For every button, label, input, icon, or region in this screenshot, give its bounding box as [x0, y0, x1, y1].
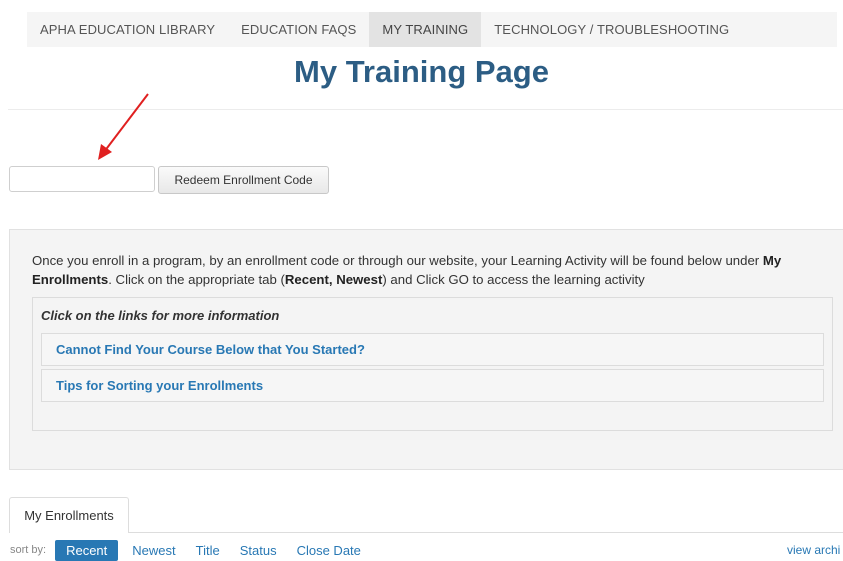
tab-my-enrollments[interactable]: My Enrollments — [9, 497, 129, 533]
nav-item-my-training[interactable]: MY TRAINING — [369, 12, 482, 47]
link-row-sorting-tips[interactable]: Tips for Sorting your Enrollments — [41, 369, 824, 402]
enrollment-code-input[interactable] — [9, 166, 155, 192]
link-sorting-tips[interactable]: Tips for Sorting your Enrollments — [56, 378, 263, 393]
link-cannot-find-course[interactable]: Cannot Find Your Course Below that You S… — [56, 342, 365, 357]
info-text-bold-tabs: Recent, Newest — [284, 272, 383, 287]
view-archive-link[interactable]: view archi — [787, 543, 840, 557]
info-text-part3: ) and Click GO to access the learning ac… — [382, 272, 645, 287]
red-arrow-icon — [98, 93, 149, 160]
nav-item-education-faqs[interactable]: EDUCATION FAQS — [228, 12, 369, 47]
sort-option-recent[interactable]: Recent — [55, 539, 119, 561]
info-text: Once you enroll in a program, by an enro… — [32, 251, 832, 289]
info-panel: Once you enroll in a program, by an enro… — [9, 229, 843, 470]
sort-bar: sort by: Recent Newest Title Status Clos… — [10, 539, 381, 561]
sort-option-status[interactable]: Status — [240, 543, 277, 558]
info-text-part2: . Click on the appropriate tab ( — [108, 272, 285, 287]
sort-option-newest[interactable]: Newest — [132, 543, 175, 558]
nav-item-technology-troubleshooting[interactable]: TECHNOLOGY / TROUBLESHOOTING — [481, 12, 742, 47]
redeem-enrollment-code-button[interactable]: Redeem Enrollment Code — [158, 166, 329, 194]
info-links-box: Click on the links for more information … — [32, 297, 833, 431]
sort-by-label: sort by: — [10, 544, 47, 556]
top-navigation: APHA EDUCATION LIBRARY EDUCATION FAQS MY… — [27, 12, 837, 47]
sort-option-title[interactable]: Title — [196, 543, 220, 558]
link-row-cannot-find-course[interactable]: Cannot Find Your Course Below that You S… — [41, 333, 824, 366]
info-text-part1: Once you enroll in a program, by an enro… — [32, 253, 763, 268]
links-heading: Click on the links for more information — [41, 308, 280, 323]
page-title: My Training Page — [294, 54, 549, 89]
nav-item-education-library[interactable]: APHA EDUCATION LIBRARY — [27, 12, 228, 47]
sort-option-close-date[interactable]: Close Date — [297, 543, 361, 558]
tabs-divider — [129, 532, 843, 533]
